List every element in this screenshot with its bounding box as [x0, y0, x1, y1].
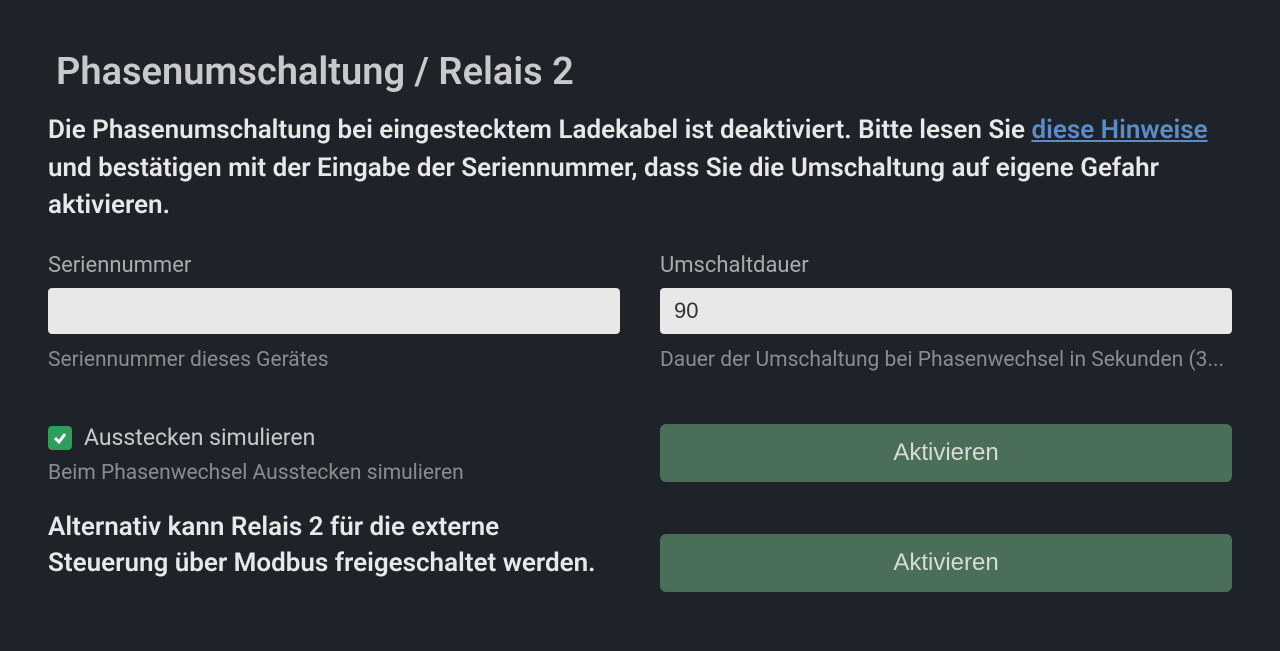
- check-icon: [52, 430, 68, 446]
- page-title: Phasenumschaltung / Relais 2: [56, 50, 1232, 94]
- serial-label: Seriennummer: [48, 253, 620, 278]
- serial-input[interactable]: [48, 288, 620, 334]
- duration-help: Dauer der Umschaltung bei Phasenwechsel …: [660, 348, 1232, 372]
- simulate-checkbox-row[interactable]: Ausstecken simulieren: [48, 424, 620, 451]
- hints-link[interactable]: diese Hinweise: [1031, 115, 1207, 145]
- intro-before-link: Die Phasenumschaltung bei eingestecktem …: [48, 115, 1031, 145]
- serial-help: Seriennummer dieses Gerätes: [48, 348, 620, 372]
- serial-column: Seriennummer Seriennummer dieses Gerätes…: [48, 253, 620, 592]
- activate-relay-button[interactable]: Aktivieren: [660, 534, 1232, 592]
- simulate-help: Beim Phasenwechsel Ausstecken simulieren: [48, 461, 620, 485]
- activate-phase-button[interactable]: Aktivieren: [660, 424, 1232, 482]
- intro-paragraph: Die Phasenumschaltung bei eingestecktem …: [48, 112, 1232, 225]
- simulate-checkbox[interactable]: [48, 426, 72, 450]
- duration-column: Umschaltdauer Dauer der Umschaltung bei …: [660, 253, 1232, 592]
- intro-after-link: und bestätigen mit der Eingabe der Serie…: [48, 153, 1159, 221]
- duration-label: Umschaltdauer: [660, 253, 1232, 278]
- duration-input[interactable]: [660, 288, 1232, 334]
- alt-text: Alternativ kann Relais 2 für die externe…: [48, 509, 620, 582]
- simulate-label: Ausstecken simulieren: [84, 424, 315, 451]
- form-row: Seriennummer Seriennummer dieses Gerätes…: [48, 253, 1232, 592]
